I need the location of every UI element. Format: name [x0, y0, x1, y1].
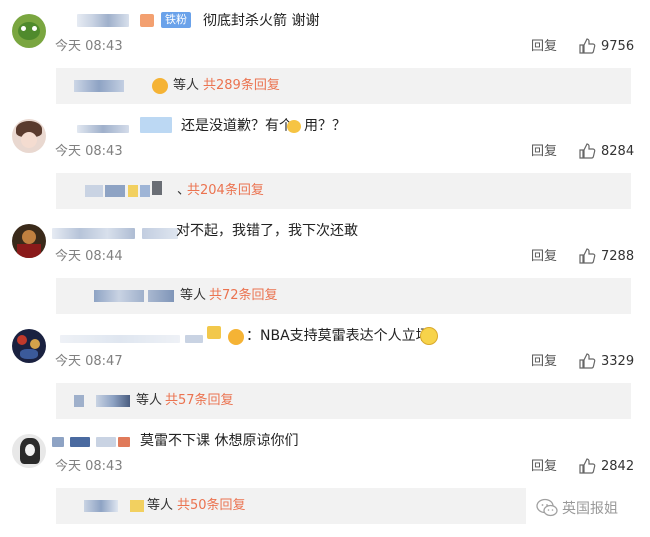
comment-time: 今天 08:43 [55, 144, 123, 159]
reply-button[interactable]: 回复 [531, 38, 557, 56]
replies-preview[interactable]: 等人 共289条回复 [56, 68, 631, 104]
comment-text: 还是没道歉？有个 [181, 118, 293, 134]
reply-button[interactable]: 回复 [531, 458, 557, 476]
comment-text: ：NBA支持莫雷表达个人立场 [246, 328, 430, 344]
username-blurred [70, 437, 90, 447]
replier-blurred [130, 500, 144, 512]
comment-time: 今天 08:47 [55, 354, 123, 369]
replies-preview[interactable]: 、 共204条回复 [56, 173, 631, 209]
wechat-icon [536, 498, 558, 517]
username-blurred[interactable] [52, 437, 64, 447]
comment-item: 还是没道歉？有个 用？？ 今天 08:43 回复 8284 、 共204条回复 [0, 105, 650, 210]
replies-preview[interactable]: 等人 共57条回复 [56, 383, 631, 419]
level-icon [140, 14, 154, 27]
username-blurred[interactable] [52, 228, 135, 239]
replier-blurred [148, 290, 174, 302]
username-blurred[interactable] [77, 14, 129, 27]
comment-item: ：NBA支持莫雷表达个人立场 今天 08:47 回复 3329 等人 共57条回… [0, 315, 650, 420]
replier-blurred [152, 181, 162, 195]
replies-suffix: 等人 [173, 78, 200, 93]
username-blurred[interactable] [77, 125, 129, 133]
fan-badge: 铁粉 [161, 12, 191, 28]
comment-text: 彻底封杀火箭 谢谢 [203, 13, 320, 29]
replier-blurred [74, 80, 124, 92]
username-blurred[interactable] [60, 335, 180, 343]
replies-link[interactable]: 共50条回复 [177, 497, 246, 515]
replier-blurred [128, 185, 138, 197]
comment-time: 今天 08:43 [55, 39, 123, 54]
username-blurred [142, 228, 178, 239]
reply-button[interactable]: 回复 [531, 353, 557, 371]
level-icon [207, 326, 221, 339]
like-count: 2842 [601, 459, 635, 474]
replies-preview[interactable]: 等人 共50条回复 [56, 488, 526, 524]
face-emoji-icon [228, 329, 244, 345]
comment-text: 莫雷不下课 休想原谅你们 [140, 433, 299, 449]
replies-suffix: 等人 [147, 498, 174, 513]
replies-link[interactable]: 共289条回复 [203, 77, 280, 95]
replies-suffix: 等人 [136, 393, 163, 408]
replier-blurred [74, 395, 84, 407]
replies-preview[interactable]: 等人 共72条回复 [56, 278, 631, 314]
comment-text-cont: 用？？ [304, 118, 346, 134]
comment-time: 今天 08:44 [55, 249, 123, 264]
thumbs-up-icon[interactable] [578, 142, 596, 160]
cute-face-emoji-icon [287, 120, 301, 133]
avatar[interactable] [12, 329, 46, 363]
avatar[interactable] [12, 14, 46, 48]
face-emoji-icon [152, 78, 168, 94]
smile-emoji-icon [420, 327, 438, 345]
thumbs-up-icon[interactable] [578, 457, 596, 475]
replies-link[interactable]: 共57条回复 [165, 392, 234, 410]
username-blurred [140, 117, 172, 133]
replier-blurred [84, 500, 118, 512]
replies-link[interactable]: 共72条回复 [209, 287, 278, 305]
thumbs-up-icon[interactable] [578, 352, 596, 370]
avatar[interactable] [12, 434, 46, 468]
like-count: 9756 [601, 39, 635, 54]
avatar[interactable] [12, 224, 46, 258]
replies-suffix: 等人 [180, 288, 207, 303]
replier-blurred [94, 290, 144, 302]
thumbs-up-icon[interactable] [578, 247, 596, 265]
comment-item: 铁粉 彻底封杀火箭 谢谢 今天 08:43 回复 9756 等人 共289条回复 [0, 0, 650, 105]
avatar[interactable] [12, 119, 46, 153]
comment-item: 对不起，我错了，我下次还敢 今天 08:44 回复 7288 等人 共72条回复 [0, 210, 650, 315]
comment-time: 今天 08:43 [55, 459, 123, 474]
replier-blurred [85, 185, 103, 197]
replier-blurred [96, 395, 130, 407]
reply-button[interactable]: 回复 [531, 248, 557, 266]
username-blurred [118, 437, 130, 447]
thumbs-up-icon[interactable] [578, 37, 596, 55]
replier-blurred [105, 185, 125, 197]
comment-text: 对不起，我错了，我下次还敢 [176, 223, 358, 239]
watermark: 英国报姐 [536, 497, 618, 519]
username-blurred [96, 437, 116, 447]
username-blurred [185, 335, 203, 343]
replies-link[interactable]: 共204条回复 [187, 182, 264, 200]
reply-button[interactable]: 回复 [531, 143, 557, 161]
like-count: 7288 [601, 249, 635, 264]
replier-blurred [140, 185, 150, 197]
like-count: 3329 [601, 354, 635, 369]
watermark-text: 英国报姐 [562, 501, 618, 517]
like-count: 8284 [601, 144, 635, 159]
